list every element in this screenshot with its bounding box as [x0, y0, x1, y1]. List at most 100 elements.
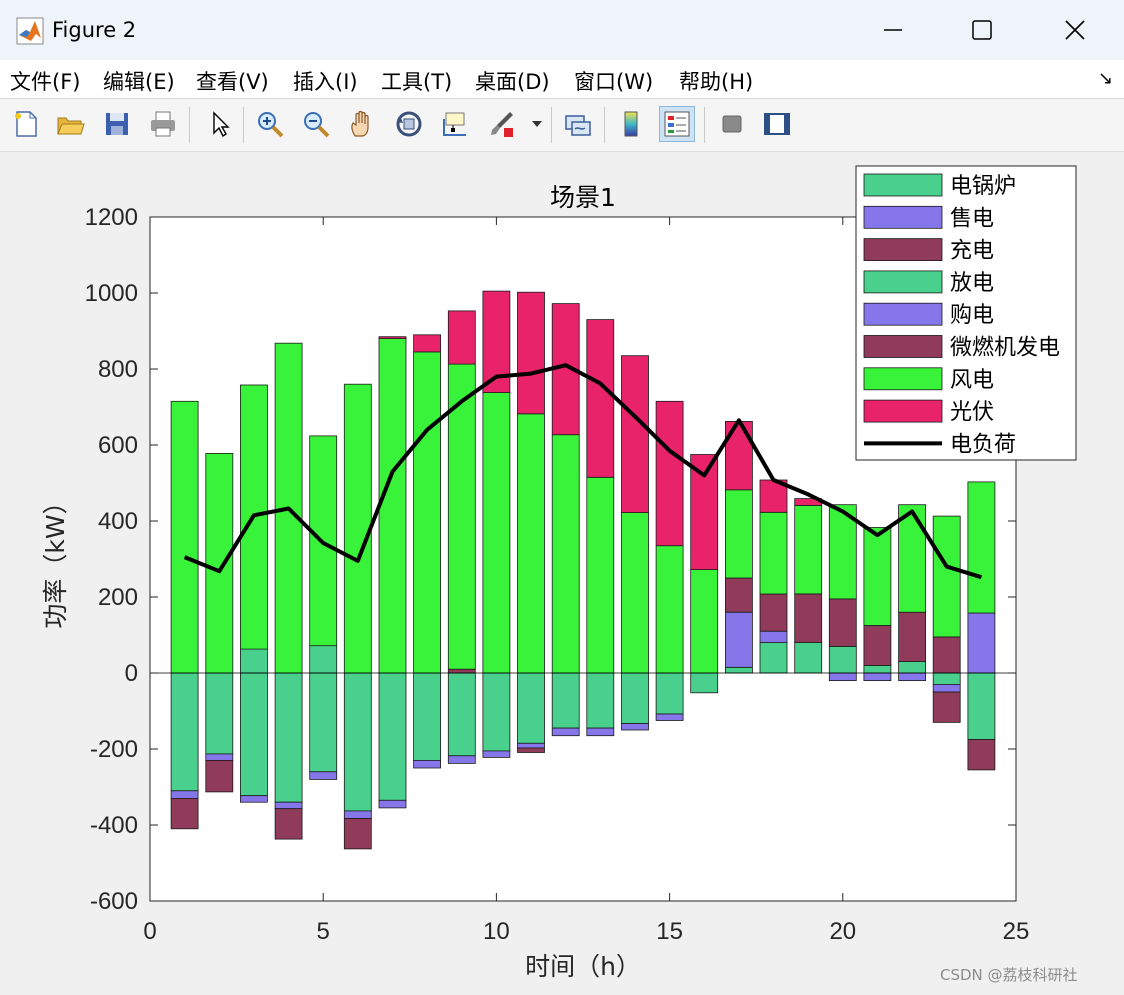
maximize-button[interactable] — [959, 10, 1005, 50]
bar-售电-2 — [205, 753, 234, 761]
new-figure-icon — [15, 111, 37, 137]
bar-光伏-14 — [621, 355, 649, 513]
bar-售电-14 — [621, 723, 649, 731]
hide-plot-tools-button[interactable] — [714, 106, 750, 142]
bar-微燃机发电-18 — [759, 593, 788, 632]
bar-售电-1 — [170, 790, 199, 799]
link-plot-button[interactable] — [560, 106, 596, 142]
bar-风电-23 — [932, 515, 961, 638]
bar-购电-18 — [759, 630, 788, 644]
legend-label-购电: 购电 — [950, 303, 994, 328]
bar-风电-24 — [967, 481, 996, 614]
close-icon — [1065, 20, 1085, 40]
brush-dropdown-icon — [532, 121, 542, 127]
bar-电锅炉-9 — [447, 672, 476, 757]
show-plot-tools-button[interactable] — [759, 106, 795, 142]
y-tick-label: 800 — [98, 356, 138, 383]
figure-toolbar — [0, 99, 1124, 152]
y-tick-label: 200 — [98, 584, 138, 611]
bar-风电-22 — [898, 504, 926, 613]
menu-file[interactable]: 文件(F) — [10, 66, 80, 96]
menu-desktop[interactable]: 桌面(D) — [475, 66, 550, 96]
brush-button[interactable] — [483, 106, 519, 142]
bar-售电-23 — [932, 684, 961, 693]
brush-dropdown[interactable] — [527, 106, 547, 142]
bar-风电-12 — [551, 434, 580, 674]
print-button[interactable] — [145, 106, 181, 142]
bar-放电-3 — [239, 648, 268, 674]
bar-购电-24 — [967, 612, 996, 674]
legend-swatch-充电 — [863, 238, 943, 261]
save-icon — [106, 113, 128, 135]
chart[interactable]: 0 5 10 15 20 25 -600 -400 -200 0 200 400 600 800 1000 1… — [0, 152, 1124, 995]
x-tick-label: 25 — [1003, 918, 1030, 945]
menu-tools[interactable]: 工具(T) — [381, 66, 452, 96]
bar-微燃机发电-20 — [828, 598, 857, 647]
close-button[interactable] — [1052, 10, 1098, 50]
data-cursor-button[interactable] — [437, 106, 473, 142]
bar-光伏-9 — [447, 310, 476, 365]
menu-bar: 文件(F) 编辑(E) 查看(V) 插入(I) 工具(T) 桌面(D) 窗口(W… — [0, 60, 1124, 99]
legend-swatch-放电 — [863, 270, 943, 294]
bar-微燃机发电-9 — [447, 668, 476, 674]
rotate-3d-icon — [396, 111, 422, 137]
bar-电锅炉-11 — [517, 672, 545, 744]
pan-button[interactable] — [344, 106, 380, 142]
bar-风电-16 — [690, 569, 719, 674]
bar-放电-22 — [898, 661, 926, 674]
menu-help[interactable]: 帮助(H) — [679, 66, 753, 96]
zoom-out-button[interactable] — [298, 106, 334, 142]
x-tick-label: 0 — [143, 918, 156, 945]
bar-微燃机发电-19 — [794, 593, 823, 643]
bar-电锅炉-1 — [170, 672, 199, 792]
bar-售电-9 — [447, 755, 476, 764]
data-cursor-icon — [443, 112, 466, 136]
link-plot-icon — [565, 115, 591, 136]
bar-售电-15 — [655, 713, 684, 721]
x-tick-label: 15 — [656, 918, 683, 945]
edit-plot-button[interactable] — [201, 106, 237, 142]
menu-insert[interactable]: 插入(I) — [293, 66, 358, 96]
dock-arrow-icon[interactable]: ↘ — [1098, 68, 1113, 89]
x-axis-label: 时间（h） — [525, 952, 641, 981]
colorbar-button[interactable] — [613, 106, 649, 142]
y-tick-label: 400 — [98, 508, 138, 535]
minimize-button[interactable] — [870, 10, 916, 50]
bar-风电-1 — [170, 400, 199, 674]
menu-view[interactable]: 查看(V) — [196, 66, 269, 96]
show-plot-tools-icon — [764, 113, 790, 135]
bar-电锅炉-2 — [205, 672, 234, 755]
rotate-button[interactable] — [391, 106, 427, 142]
bar-风电-6 — [343, 383, 372, 674]
matlab-logo-icon — [16, 17, 44, 45]
bar-微燃机发电-17 — [725, 577, 753, 613]
bar-风电-10 — [482, 392, 511, 674]
legend-label-微燃机发电: 微燃机发电 — [950, 336, 1060, 361]
maximize-icon — [972, 20, 992, 40]
bar-电锅炉-12 — [551, 672, 580, 729]
menu-edit[interactable]: 编辑(E) — [103, 66, 175, 96]
chart-title: 场景1 — [550, 183, 616, 212]
legend-swatch-光伏 — [863, 399, 943, 423]
bar-电锅炉-5 — [309, 672, 338, 773]
bar-放电-20 — [828, 645, 857, 674]
menu-window[interactable]: 窗口(W) — [574, 66, 653, 96]
bar-放电-5 — [309, 645, 338, 674]
bar-充电-4 — [274, 808, 303, 840]
bar-光伏-8 — [413, 334, 442, 353]
bar-微燃机发电-21 — [863, 625, 892, 666]
bar-充电-1 — [170, 798, 199, 830]
zoom-in-button[interactable] — [252, 106, 288, 142]
bar-充电-11 — [517, 747, 545, 753]
bar-风电-15 — [655, 545, 684, 674]
save-button[interactable] — [99, 106, 135, 142]
new-figure-button[interactable] — [8, 106, 44, 142]
legend-button[interactable] — [659, 106, 695, 142]
bar-电锅炉-23 — [932, 672, 961, 685]
bar-电锅炉-10 — [482, 672, 511, 752]
bar-售电-10 — [482, 750, 511, 758]
legend-label-充电: 充电 — [950, 239, 994, 264]
open-file-button[interactable] — [52, 106, 88, 142]
legend-label-光伏: 光伏 — [950, 400, 994, 425]
legend-label-放电: 放电 — [950, 271, 994, 296]
